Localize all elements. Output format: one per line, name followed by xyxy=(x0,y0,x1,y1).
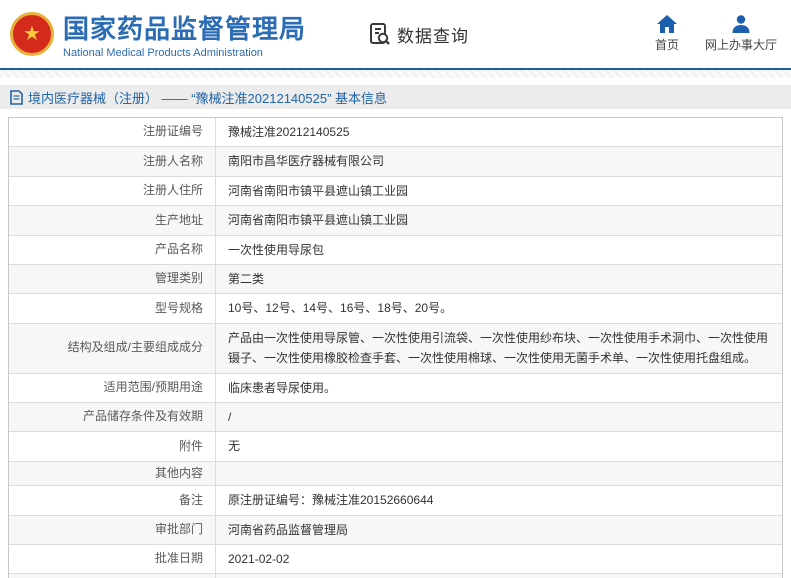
quick-link-home[interactable]: 首页 xyxy=(655,15,679,53)
nav-data-query[interactable]: 数据查询 xyxy=(368,22,469,47)
row-label: 管理类别 xyxy=(9,264,216,294)
row-label: 注册证编号 xyxy=(9,118,216,147)
quick-link-label: 网上办事大厅 xyxy=(704,38,777,52)
row-label: 注册人名称 xyxy=(9,147,216,176)
row-value: 2021-02-02 xyxy=(228,552,290,567)
row-label: 其他内容 xyxy=(9,461,216,486)
table-row: 产品储存条件及有效期 / xyxy=(9,402,782,433)
row-label: 型号规格 xyxy=(9,294,216,323)
page-title-bar: 境内医疗器械（注册） —— “豫械注准20212140525” 基本信息 xyxy=(0,85,791,109)
table-row: 管理类别 第二类 xyxy=(9,264,782,295)
table-row: 注册人住所 河南省南阳市镇平县遮山镇工业园 xyxy=(9,176,782,207)
table-row: 备注 原注册证编号：豫械注准20152660644 xyxy=(9,486,782,516)
row-label: 备注 xyxy=(9,486,216,515)
quick-link-service-hall[interactable]: 网上办事大厅 xyxy=(705,15,777,53)
row-value: / xyxy=(228,409,232,424)
decorative-hatch-band xyxy=(0,70,791,78)
site-subtitle: National Medical Products Administration xyxy=(63,47,263,59)
row-value: 河南省南阳市镇平县遮山镇工业园 xyxy=(228,183,409,198)
data-query-label: 数据查询 xyxy=(397,26,470,46)
row-value xyxy=(216,574,782,578)
table-row: 批准日期 2021-02-02 xyxy=(9,545,782,575)
row-value: 无 xyxy=(228,439,241,454)
table-row: 注册人名称 南阳市昌华医疗器械有限公司 xyxy=(9,147,782,177)
table-row: 结构及组成/主要组成成分 产品由一次性使用导尿管、一次性使用引流袋、一次性使用纱布… xyxy=(9,323,782,374)
row-label: 产品名称 xyxy=(9,235,216,264)
row-label: 批准日期 xyxy=(9,545,216,574)
row-label: 生效日期 xyxy=(9,574,216,578)
row-value: 一次性使用导尿包 xyxy=(228,242,325,257)
row-label: 结构及组成/主要组成成分 xyxy=(9,323,216,373)
doc-search-icon xyxy=(368,22,392,46)
row-value: 河南省南阳市镇平县遮山镇工业园 xyxy=(228,213,409,228)
info-table: 注册证编号 豫械注准20212140525 注册人名称 南阳市昌华医疗器械有限公司 注册… xyxy=(8,117,783,578)
row-value: 原注册证编号：豫械注准20152660644 xyxy=(228,493,434,508)
table-row: 生效日期 xyxy=(9,574,782,578)
person-icon xyxy=(731,15,751,33)
row-value: 第二类 xyxy=(228,271,265,286)
site-header: ★ 国家药品监督管理局 National Medical Products Ad… xyxy=(0,0,791,68)
table-row: 生产地址 河南省南阳市镇平县遮山镇工业园 xyxy=(9,206,782,236)
row-value: 产品由一次性使用导尿管、一次性使用引流袋、一次性使用纱布块、一次性使用手术洞巾、… xyxy=(228,330,769,366)
document-icon xyxy=(10,89,23,105)
table-row: 附件无 xyxy=(9,432,782,462)
row-value: 河南省药品监督管理局 xyxy=(228,522,349,537)
row-label: 产品储存条件及有效期 xyxy=(9,402,216,432)
site-title: 国家药品监督管理局 xyxy=(63,14,307,44)
home-icon xyxy=(656,15,677,33)
page-title: 境内医疗器械（注册） —— “豫械注准20212140525” 基本信息 xyxy=(28,90,388,106)
row-value: 豫械注准20212140525 xyxy=(228,125,350,139)
row-label: 适用范围/预期用途 xyxy=(9,373,216,402)
quick-link-label: 首页 xyxy=(654,38,679,52)
table-row: 适用范围/预期用途 临床患者导尿使用。 xyxy=(9,373,782,403)
row-value: 10号、12号、14号、16号、18号、20号。 xyxy=(228,301,453,316)
table-row: 注册证编号 豫械注准20212140525 xyxy=(9,118,782,148)
row-value: 南阳市昌华医疗器械有限公司 xyxy=(228,154,385,169)
table-row: 产品名称 一次性使用导尿包 xyxy=(9,235,782,265)
row-value: 临床患者导尿使用。 xyxy=(228,380,337,395)
site-brand: ★ 国家药品监督管理局 National Medical Products Ad… xyxy=(10,9,306,59)
table-row: 审批部门 河南省药品监督管理局 xyxy=(9,515,782,546)
row-label: 注册人住所 xyxy=(9,176,216,206)
row-label: 附件 xyxy=(9,432,216,461)
row-label: 审批部门 xyxy=(9,515,216,545)
header-quick-links: 首页 网上办事大厅 xyxy=(655,15,777,53)
row-value xyxy=(216,462,782,486)
row-label: 生产地址 xyxy=(9,206,216,235)
table-row: 其他内容 xyxy=(9,461,782,487)
table-row: 型号规格 10号、12号、14号、16号、18号、20号。 xyxy=(9,294,782,324)
china-national-emblem-icon: ★ xyxy=(10,12,54,56)
